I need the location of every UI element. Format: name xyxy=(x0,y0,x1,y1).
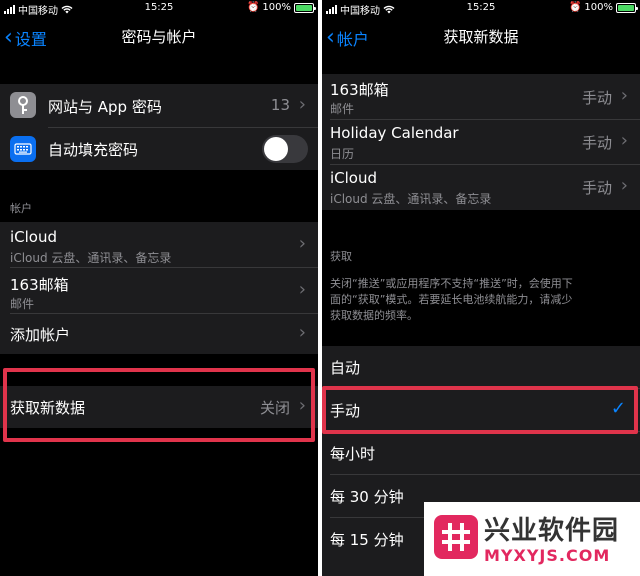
account-fetch-value: 手动 xyxy=(581,179,612,197)
account-title: iCloud xyxy=(330,169,378,187)
fetch-description: 关闭“推送”或应用程序不支持“推送”时，会使用下 面的“获取”模式。若要延长电池… xyxy=(330,276,636,324)
highlight-box xyxy=(322,386,638,434)
watermark: 兴业软件园 MYXYJS.COM xyxy=(424,502,640,576)
page-title: 密码与帐户 xyxy=(121,28,197,46)
chevron-right-icon: › xyxy=(298,94,306,115)
account-fetch-value: 手动 xyxy=(581,89,612,107)
account-subtitle: 日历 xyxy=(330,147,355,161)
account-title: Holiday Calendar xyxy=(330,124,459,142)
account-title: iCloud xyxy=(10,228,58,246)
chevron-right-icon: › xyxy=(620,175,628,196)
option-label: 每小时 xyxy=(330,445,376,463)
watermark-url: MYXYJS.COM xyxy=(484,546,611,565)
account-title: 163邮箱 xyxy=(330,81,389,99)
key-icon xyxy=(10,92,36,118)
accounts-group: iCloud iCloud 云盘、通讯录、备忘录 › 163邮箱 邮件 › 添加… xyxy=(0,222,318,354)
autofill-row: 自动填充密码 xyxy=(0,128,318,170)
chevron-right-icon: › xyxy=(298,322,306,343)
toggle-knob xyxy=(264,137,288,161)
passwords-group: 网站与 App 密码 13 › 自动填充密码 xyxy=(0,84,318,170)
add-account-label: 添加帐户 xyxy=(10,326,71,344)
fetch-account-row[interactable]: Holiday Calendar 日历 手动 › xyxy=(322,120,640,164)
fetch-note-line: 面的“获取”模式。若要延长电池续航能力，请减少 xyxy=(330,293,573,306)
account-row-163[interactable]: 163邮箱 邮件 › xyxy=(0,268,318,313)
websites-passwords-label: 网站与 App 密码 xyxy=(48,98,162,116)
autofill-label: 自动填充密码 xyxy=(48,141,139,159)
battery-icon xyxy=(616,2,638,13)
fetch-account-row[interactable]: iCloud iCloud 云盘、通讯录、备忘录 手动 › xyxy=(322,165,640,210)
status-bar: 中国移动 15:25 ⏰ 100% xyxy=(0,0,318,17)
status-right: ⏰ 100% xyxy=(568,2,638,13)
autofill-toggle[interactable] xyxy=(262,135,308,163)
navigation-bar: ‹ 帐户 获取新数据 xyxy=(322,16,640,56)
option-label: 自动 xyxy=(330,359,361,377)
option-auto[interactable]: 自动 xyxy=(322,346,640,388)
battery-label: 100% xyxy=(262,2,291,13)
status-bar: 中国移动 15:25 ⏰ 100% xyxy=(322,0,640,17)
account-subtitle: iCloud 云盘、通讯录、备忘录 xyxy=(10,251,172,265)
chevron-right-icon: › xyxy=(620,85,628,106)
websites-passwords-row[interactable]: 网站与 App 密码 13 › xyxy=(0,84,318,127)
account-title: 163邮箱 xyxy=(10,276,69,294)
alarm-icon: ⏰ xyxy=(246,2,260,13)
option-hourly[interactable]: 每小时 xyxy=(322,432,640,474)
accounts-header: 帐户 xyxy=(10,202,32,215)
websites-passwords-count: 13 xyxy=(270,96,290,114)
battery-icon xyxy=(294,2,316,13)
battery-label: 100% xyxy=(584,2,613,13)
fetch-note-line: 获取数据的频率。 xyxy=(330,309,418,322)
account-subtitle: iCloud 云盘、通讯录、备忘录 xyxy=(330,192,492,206)
account-subtitle: 邮件 xyxy=(330,102,355,116)
chevron-right-icon: › xyxy=(620,130,628,151)
fetch-accounts-group: 163邮箱 邮件 手动 › Holiday Calendar 日历 手动 › i… xyxy=(322,74,640,210)
account-row-icloud[interactable]: iCloud iCloud 云盘、通讯录、备忘录 › xyxy=(0,222,318,267)
chevron-right-icon: › xyxy=(298,233,306,254)
fetch-account-row[interactable]: 163邮箱 邮件 手动 › xyxy=(322,74,640,119)
navigation-bar: ‹ 设置 密码与帐户 xyxy=(0,16,318,56)
highlight-box xyxy=(3,368,315,442)
alarm-icon: ⏰ xyxy=(568,2,582,13)
option-label: 每 30 分钟 xyxy=(330,488,404,506)
page-title: 获取新数据 xyxy=(443,28,519,46)
account-fetch-value: 手动 xyxy=(581,134,612,152)
status-right: ⏰ 100% xyxy=(246,2,316,13)
watermark-logo-icon xyxy=(434,515,478,559)
watermark-name: 兴业软件园 xyxy=(484,516,620,546)
add-account-row[interactable]: 添加帐户 › xyxy=(0,314,318,354)
account-subtitle: 邮件 xyxy=(10,297,35,311)
keyboard-icon xyxy=(10,136,36,162)
fetch-note-line: 关闭“推送”或应用程序不支持“推送”时，会使用下 xyxy=(330,277,573,290)
settings-screen-fetch: 中国移动 15:25 ⏰ 100% ‹ 帐户 获取新数据 163邮箱 邮件 手动… xyxy=(322,0,640,576)
settings-screen-passwords: 中国移动 15:25 ⏰ 100% ‹ 设置 密码与帐户 网站与 App 密码 … xyxy=(0,0,318,576)
chevron-right-icon: › xyxy=(298,279,306,300)
fetch-header: 获取 xyxy=(330,250,352,263)
option-label: 每 15 分钟 xyxy=(330,531,404,549)
